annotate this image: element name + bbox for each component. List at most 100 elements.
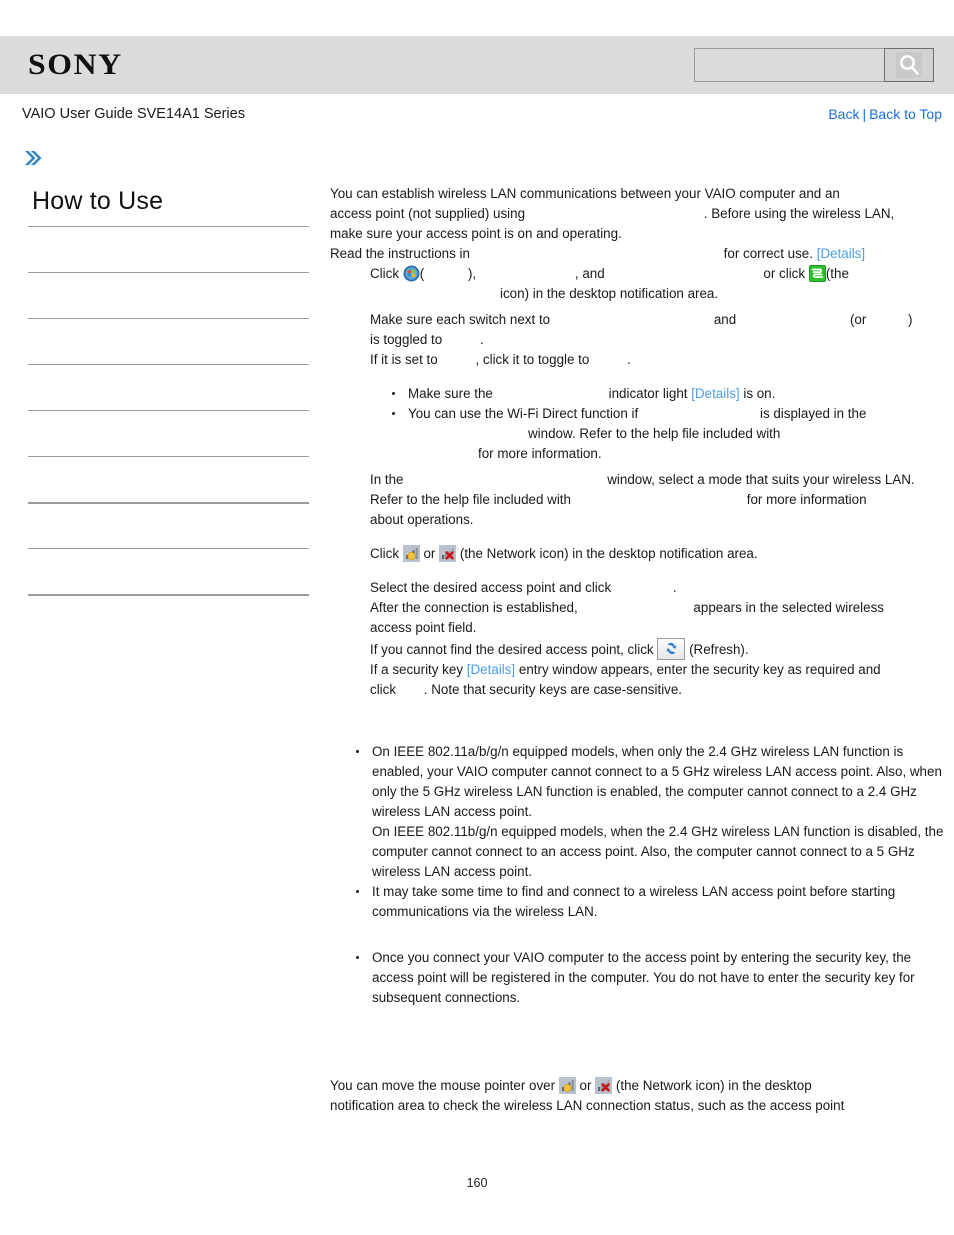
step-5-line-2: After the connection is established, app…: [370, 598, 944, 618]
step-2-line-2: is toggled to .: [370, 330, 944, 350]
intro-line-2-b: . Before using the wireless LAN,: [703, 206, 895, 221]
step-1-paren-close: ),: [467, 266, 477, 281]
search-input[interactable]: [694, 48, 884, 82]
step-2-line-3-end: .: [627, 352, 631, 367]
step-3-line-2-a: Refer to the help file included with: [370, 492, 571, 507]
step-1-line-1: Click ( ), , and or click (the: [370, 264, 944, 284]
details-link[interactable]: [Details]: [691, 386, 739, 401]
article-content: You can establish wireless LAN communica…: [330, 182, 954, 1116]
step-2-line-1-a: Make sure each switch next to: [370, 312, 551, 327]
refresh-icon[interactable]: [657, 638, 686, 660]
step-5-line-2-a: After the connection is established,: [370, 600, 578, 615]
note-2-d: for more information.: [478, 446, 602, 461]
tail-line-1-a: You can move the mouse pointer over: [330, 1078, 556, 1093]
details-link[interactable]: [Details]: [467, 662, 515, 677]
guide-title-row: VAIO User Guide SVE14A1 Series Back | Back…: [0, 94, 954, 134]
search-area: [694, 48, 934, 82]
step-2-or-close: ): [908, 312, 913, 327]
step-3-line-2-b: for more information: [746, 492, 867, 507]
step-5-line-6-b: . Note that security keys are case-sensi…: [423, 682, 683, 697]
details-link[interactable]: [Details]: [817, 246, 865, 261]
double-chevron-right-icon: [22, 148, 44, 168]
step-2-line-3-b: , click it to toggle to: [475, 352, 590, 367]
step-5-line-5-b: entry window appears, enter the security…: [518, 662, 881, 677]
step-1-or-click: or click: [763, 266, 806, 281]
sidebar-item-6[interactable]: [28, 501, 309, 548]
note-item: Once you connect your VAIO computer to t…: [354, 948, 944, 1008]
tail-line-2: notification area to check the wireless …: [330, 1098, 845, 1113]
step-5-line-3: access point field.: [370, 620, 477, 635]
sony-logo: SONY: [28, 48, 123, 81]
sidebar-item-0[interactable]: [28, 225, 309, 272]
sidebar-item-2[interactable]: [28, 317, 309, 364]
sidebar-heading: How to Use: [32, 187, 164, 215]
intro-line-4-a: Read the instructions in: [330, 246, 470, 261]
step-5-line-4-b: (Refresh).: [689, 642, 749, 657]
network-signal-icon[interactable]: [402, 545, 420, 562]
step-1: Click ( ), , and or click (the icon) in …: [330, 264, 944, 304]
page-top-spacer: [0, 0, 954, 36]
note-item: Make sure the indicator light [Details] …: [390, 384, 944, 404]
step-2-or-open: (or: [849, 312, 867, 327]
step-2-line-2-end: .: [479, 332, 484, 347]
intro-line-2: access point (not supplied) using . Befo…: [330, 204, 944, 224]
sidebar-item-7[interactable]: [28, 547, 309, 594]
step-4-or: or: [423, 546, 436, 561]
network-signal-icon[interactable]: [558, 1077, 576, 1094]
step-5-line-4: If you cannot find the desired access po…: [370, 638, 944, 660]
step-1-comma-and: , and: [574, 266, 605, 281]
step-1-the-open: (the: [825, 266, 849, 281]
step-2-line-1: Make sure each switch next to and (or ): [370, 310, 944, 330]
step-1-line-2: icon) in the desktop notification area.: [500, 286, 719, 301]
step-3: In the window, select a mode that suits …: [330, 470, 944, 530]
sidebar-list-end-rule: [28, 593, 309, 596]
sidebar-item-3[interactable]: [28, 363, 309, 410]
back-to-top-link[interactable]: Back to Top: [869, 106, 942, 122]
network-disconnected-icon[interactable]: [439, 545, 457, 562]
sidebar-item-4[interactable]: [28, 409, 309, 456]
sidebar-item-1[interactable]: [28, 271, 309, 318]
step-1-click: Click: [370, 266, 400, 281]
note-1-b: indicator light: [608, 386, 688, 401]
network-disconnected-icon[interactable]: [595, 1077, 613, 1094]
step-4-line-1: Click or (the Network icon) in the deskt…: [370, 544, 944, 564]
page-body: How to Use You can establish wireless LA…: [0, 182, 954, 1116]
note-1-c: is on.: [743, 386, 776, 401]
step-4-rest: (the Network icon) in the desktop notifi…: [459, 546, 758, 561]
step-2-line-3-a: If it is set to: [370, 352, 438, 367]
tail-line-1: You can move the mouse pointer over or (…: [330, 1076, 944, 1096]
back-link[interactable]: Back: [828, 106, 859, 122]
windows-start-icon[interactable]: [403, 265, 420, 282]
note-item: It may take some time to find and connec…: [354, 882, 944, 922]
note-2-1-text: On IEEE 802.11a/b/g/n equipped models, w…: [372, 744, 942, 819]
sidebar-nav-list: [28, 225, 309, 596]
vaio-smart-network-icon[interactable]: [808, 265, 826, 282]
step-5-line-1-a: Select the desired access point and clic…: [370, 580, 612, 595]
step-5: Select the desired access point and clic…: [330, 578, 944, 700]
note-3-1-text: Once you connect your VAIO computer to t…: [372, 950, 915, 1005]
step-2-line-2-a: is toggled to: [370, 332, 443, 347]
page-title: VAIO User Guide SVE14A1 Series: [22, 106, 245, 122]
intro-line-3: make sure your access point is on and op…: [330, 226, 622, 241]
search-button[interactable]: [884, 48, 934, 82]
note-item: You can use the Wi-Fi Direct function if…: [390, 404, 944, 464]
tail-or: or: [579, 1078, 592, 1093]
step-5-line-6: click . Note that security keys are case…: [370, 680, 944, 700]
step-5-line-2-b: appears in the selected wireless: [693, 600, 884, 615]
step-4-click: Click: [370, 546, 400, 561]
note-1-a: Make sure the: [408, 386, 493, 401]
breadcrumb: [0, 134, 954, 182]
step-1-paren-open: (: [419, 266, 425, 281]
note-2-a: You can use the Wi-Fi Direct function if: [408, 406, 639, 421]
sidebar: How to Use: [0, 182, 330, 596]
search-icon: [896, 52, 922, 78]
note-2-3-text: It may take some time to find and connec…: [372, 884, 896, 919]
sidebar-item-5[interactable]: [28, 455, 309, 502]
intro-line-1: You can establish wireless LAN communica…: [330, 186, 840, 201]
step-5-line-6-a: click: [370, 682, 397, 697]
notes-list-2: On IEEE 802.11a/b/g/n equipped models, w…: [330, 742, 944, 922]
